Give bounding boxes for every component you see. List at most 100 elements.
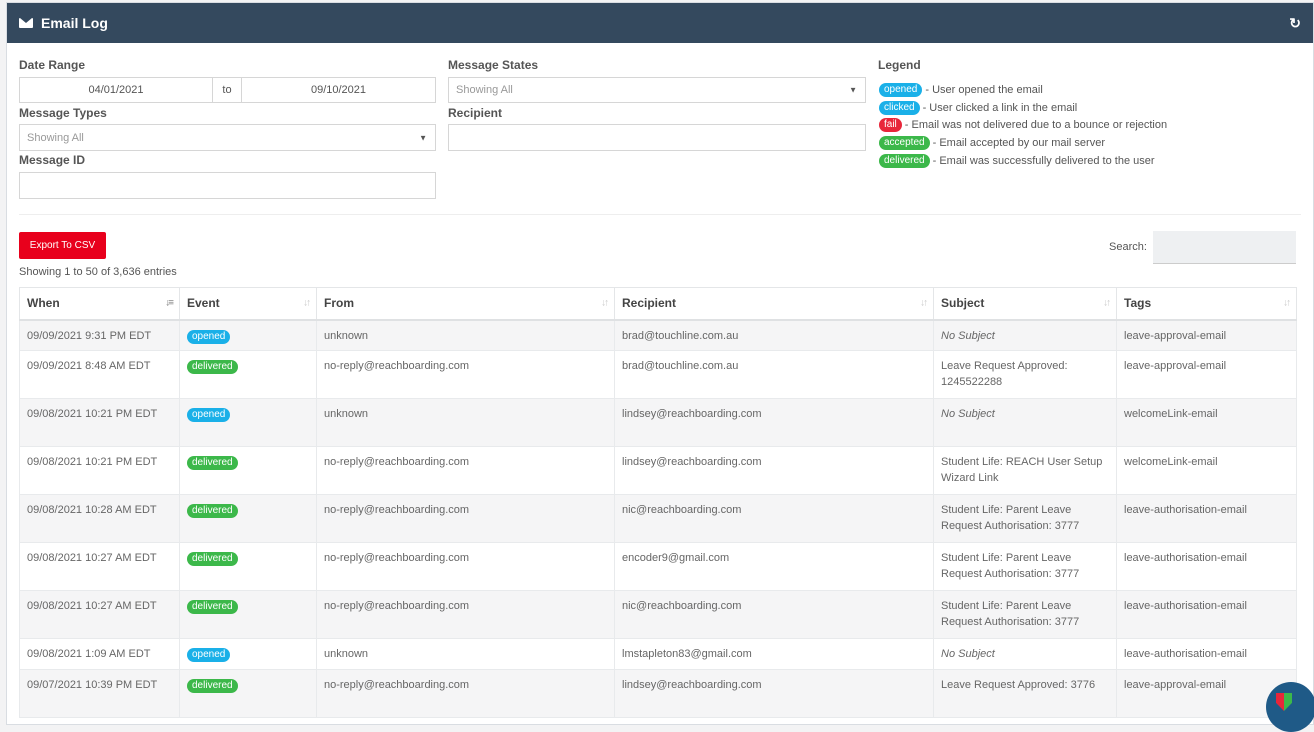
message-types-select[interactable]: Showing All ▼ bbox=[19, 124, 436, 151]
table-row[interactable]: 09/08/2021 10:21 PM EDT delivered no-rep… bbox=[19, 446, 1297, 495]
message-states-select[interactable]: Showing All ▼ bbox=[448, 77, 866, 103]
cell-event: opened bbox=[179, 638, 317, 670]
cell-subject: No Subject bbox=[933, 638, 1117, 670]
cell-from: no-reply@reachboarding.com bbox=[316, 542, 615, 591]
cell-recipient: lmstapleton83@gmail.com bbox=[614, 638, 934, 670]
envelope-icon bbox=[19, 18, 33, 28]
table-row[interactable]: 09/08/2021 10:27 AM EDT delivered no-rep… bbox=[19, 590, 1297, 639]
cell-when: 09/09/2021 9:31 PM EDT bbox=[19, 319, 180, 351]
cell-subject: Student Life: Parent Leave Request Autho… bbox=[933, 542, 1117, 591]
cell-from: unknown bbox=[316, 319, 615, 351]
date-range-label: Date Range bbox=[19, 58, 86, 72]
message-types-value: Showing All bbox=[27, 131, 84, 144]
cell-recipient: lindsey@reachboarding.com bbox=[614, 398, 934, 447]
cell-from: no-reply@reachboarding.com bbox=[316, 669, 615, 718]
cell-subject: No Subject bbox=[933, 319, 1117, 351]
cell-recipient: encoder9@gmail.com bbox=[614, 542, 934, 591]
cell-tags: welcomeLink-email bbox=[1116, 446, 1297, 495]
cell-when: 09/07/2021 10:39 PM EDT bbox=[19, 669, 180, 718]
cell-tags: leave-authorisation-email bbox=[1116, 494, 1297, 543]
table-header-row: When ↓≡ Event ↓↑ From ↓↑ Recipient ↓↑ Subjec… bbox=[19, 287, 1297, 321]
event-badge: delivered bbox=[187, 552, 238, 566]
cell-when: 09/09/2021 8:48 AM EDT bbox=[19, 350, 180, 399]
cell-from: no-reply@reachboarding.com bbox=[316, 446, 615, 495]
legend-item: delivered - Email was successfully deliv… bbox=[879, 154, 1155, 168]
legend-text: - Email accepted by our mail server bbox=[932, 137, 1105, 149]
event-badge: opened bbox=[187, 329, 231, 344]
table-row[interactable]: 09/08/2021 10:27 AM EDT delivered no-rep… bbox=[19, 542, 1297, 591]
cell-recipient: brad@touchline.com.au bbox=[614, 319, 934, 351]
legend-text: - Email was successfully delivered to th… bbox=[932, 155, 1155, 167]
event-badge: opened bbox=[187, 648, 231, 662]
legend-text: - User clicked a link in the email bbox=[922, 102, 1078, 114]
column-header-subject[interactable]: Subject ↓↑ bbox=[933, 287, 1117, 321]
cell-subject: Student Life: REACH User Setup Wizard Li… bbox=[933, 446, 1117, 495]
table-row[interactable]: 09/07/2021 10:39 PM EDT delivered no-rep… bbox=[19, 669, 1297, 718]
sort-icon: ↓↑ bbox=[920, 297, 928, 309]
message-states-label: Message States bbox=[448, 58, 539, 72]
table-row[interactable]: 09/08/2021 1:09 AM EDT opened unknown lm… bbox=[19, 638, 1297, 670]
message-id-label: Message ID bbox=[19, 153, 86, 167]
cell-subject: Student Life: Parent Leave Request Autho… bbox=[933, 494, 1117, 543]
cell-subject: Leave Request Approved: 3776 bbox=[933, 669, 1117, 718]
table-row[interactable]: 09/08/2021 10:28 AM EDT delivered no-rep… bbox=[19, 494, 1297, 543]
cell-when: 09/08/2021 10:21 PM EDT bbox=[19, 446, 180, 495]
column-header-from[interactable]: From ↓↑ bbox=[316, 287, 615, 321]
sort-icon: ↓↑ bbox=[1103, 297, 1111, 309]
event-badge: delivered bbox=[187, 679, 238, 693]
email-log-panel: Email Log ↻ Date Range 04/01/2021 to 09/… bbox=[6, 2, 1314, 725]
recipient-label: Recipient bbox=[448, 106, 503, 120]
cell-event: delivered bbox=[179, 494, 317, 543]
panel-header: Email Log ↻ bbox=[7, 3, 1313, 43]
cell-tags: leave-authorisation-email bbox=[1116, 638, 1297, 670]
table-row[interactable]: 09/09/2021 8:48 AM EDT delivered no-repl… bbox=[19, 350, 1297, 399]
legend-text: - Email was not delivered due to a bounc… bbox=[904, 119, 1168, 131]
legend-text: - User opened the email bbox=[925, 84, 1043, 96]
column-header-tags[interactable]: Tags ↓↑ bbox=[1116, 287, 1297, 321]
column-header-recipient[interactable]: Recipient ↓↑ bbox=[614, 287, 934, 321]
message-states-value: Showing All bbox=[456, 84, 513, 96]
date-to-separator: to bbox=[212, 77, 242, 103]
cell-event: opened bbox=[179, 398, 317, 447]
cell-tags: leave-approval-email bbox=[1116, 350, 1297, 399]
recipient-input[interactable] bbox=[448, 124, 866, 151]
event-badge: delivered bbox=[187, 456, 238, 470]
cell-event: delivered bbox=[179, 669, 317, 718]
legend-item: opened - User opened the email bbox=[879, 83, 1043, 97]
search-input[interactable] bbox=[1153, 231, 1296, 264]
cell-when: 09/08/2021 1:09 AM EDT bbox=[19, 638, 180, 670]
legend-badge: opened bbox=[879, 83, 923, 97]
cell-event: delivered bbox=[179, 542, 317, 591]
cell-event: delivered bbox=[179, 590, 317, 639]
cell-from: no-reply@reachboarding.com bbox=[316, 494, 615, 543]
column-header-when[interactable]: When ↓≡ bbox=[19, 287, 180, 321]
date-to-input[interactable]: 09/10/2021 bbox=[241, 77, 436, 103]
legend-item: clicked - User clicked a link in the ema… bbox=[879, 101, 1077, 115]
cell-from: unknown bbox=[316, 398, 615, 447]
cell-from: no-reply@reachboarding.com bbox=[316, 590, 615, 639]
event-badge: delivered bbox=[187, 504, 238, 518]
table-row[interactable]: 09/09/2021 9:31 PM EDT opened unknown br… bbox=[19, 319, 1297, 351]
refresh-icon[interactable]: ↻ bbox=[1289, 15, 1301, 32]
shield-icon bbox=[1276, 693, 1292, 711]
message-id-input[interactable] bbox=[19, 172, 436, 199]
cell-recipient: lindsey@reachboarding.com bbox=[614, 669, 934, 718]
table-row[interactable]: 09/08/2021 10:21 PM EDT opened unknown l… bbox=[19, 398, 1297, 447]
legend-badge: clicked bbox=[879, 101, 920, 115]
sort-icon: ↓↑ bbox=[601, 297, 609, 309]
legend-badge: accepted bbox=[879, 136, 930, 150]
table-info: Showing 1 to 50 of 3,636 entries bbox=[19, 266, 177, 278]
event-badge: delivered bbox=[187, 600, 238, 614]
column-header-event[interactable]: Event ↓↑ bbox=[179, 287, 317, 321]
event-badge: opened bbox=[187, 408, 231, 422]
cell-event: delivered bbox=[179, 350, 317, 399]
cell-tags: leave-authorisation-email bbox=[1116, 542, 1297, 591]
date-from-input[interactable]: 04/01/2021 bbox=[19, 77, 213, 103]
legend-title: Legend bbox=[878, 58, 921, 72]
legend-item: accepted - Email accepted by our mail se… bbox=[879, 136, 1105, 150]
chevron-down-icon: ▼ bbox=[419, 133, 427, 142]
divider bbox=[19, 214, 1301, 215]
cell-recipient: brad@touchline.com.au bbox=[614, 350, 934, 399]
export-csv-button[interactable]: Export To CSV bbox=[19, 232, 106, 259]
event-badge: delivered bbox=[187, 360, 238, 374]
